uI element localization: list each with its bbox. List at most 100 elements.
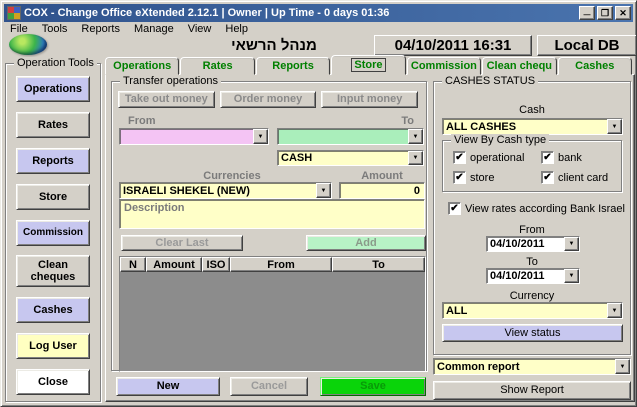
close-button[interactable]: ✕	[615, 6, 631, 20]
tab-rates[interactable]: Rates	[180, 57, 254, 75]
currencies-label: Currencies	[172, 170, 292, 182]
amount-label: Amount	[342, 170, 422, 182]
menu-manage[interactable]: Manage	[134, 23, 174, 35]
minimize-icon: —	[584, 12, 591, 19]
menu-reports[interactable]: Reports	[81, 23, 120, 35]
minimize-button[interactable]: —	[579, 6, 595, 20]
cash-label: Cash	[434, 104, 630, 116]
cash-select-right[interactable]: ALL CASHES ▼	[442, 118, 623, 135]
chevron-down-icon[interactable]: ▼	[408, 151, 423, 165]
chevron-down-icon[interactable]: ▼	[316, 183, 331, 198]
show-report-button[interactable]: Show Report	[433, 381, 631, 400]
col-iso: ISO	[202, 257, 230, 272]
sidebar-button-reports[interactable]: Reports	[16, 148, 90, 174]
from-date-label: From	[434, 224, 630, 236]
cashes-status-group: CASHES STATUS Cash ALL CASHES ▼ View By …	[433, 81, 631, 355]
chevron-down-icon[interactable]: ▼	[564, 237, 579, 251]
checkbox-bank[interactable]: ✔ bank	[541, 151, 582, 164]
sidebar-button-log-user[interactable]: Log User	[16, 333, 90, 359]
tab-reports[interactable]: Reports	[256, 57, 330, 75]
checkbox-icon: ✔	[541, 151, 554, 164]
to-select[interactable]: ▼	[277, 128, 424, 145]
to-label: To	[401, 115, 414, 127]
chevron-down-icon[interactable]: ▼	[607, 303, 622, 318]
globe-icon	[9, 34, 47, 55]
clear-last-button[interactable]: Clear Last	[121, 235, 243, 251]
description-input[interactable]: Description	[119, 199, 425, 229]
currency-select[interactable]: ALL ▼	[442, 302, 623, 319]
cashes-status-title: CASHES STATUS	[442, 75, 538, 87]
tab-commission[interactable]: Commission	[407, 57, 481, 75]
transfer-operations-group: Transfer operations Take out money Order…	[111, 81, 427, 371]
sidebar-button-cashes[interactable]: Cashes	[16, 297, 90, 323]
currencies-select[interactable]: ISRAELI SHEKEL (NEW) ▼	[119, 182, 332, 199]
menu-view[interactable]: View	[188, 23, 212, 35]
checkbox-icon: ✔	[541, 171, 554, 184]
authorized-manager-label: מנהל הרשאי	[174, 37, 374, 54]
window-title: COX - Change Office eXtended 2.12.1 | Ow…	[24, 7, 579, 19]
chevron-down-icon[interactable]: ▼	[607, 119, 622, 134]
to-date-label: To	[434, 256, 630, 268]
view-status-button[interactable]: View status	[442, 324, 623, 342]
chevron-down-icon[interactable]: ▼	[408, 129, 423, 144]
checkbox-operational[interactable]: ✔ operational	[453, 151, 524, 164]
app-icon	[7, 6, 21, 20]
chevron-down-icon[interactable]: ▼	[564, 269, 579, 283]
cancel-button[interactable]: Cancel	[230, 377, 308, 396]
add-button[interactable]: Add	[306, 235, 426, 251]
checkbox-store[interactable]: ✔ store	[453, 171, 494, 184]
col-n: N	[120, 257, 146, 272]
store-tab-page: Transfer operations Take out money Order…	[105, 74, 635, 402]
maximize-icon: ❐	[601, 9, 609, 18]
tab-store[interactable]: Store	[331, 55, 405, 75]
tab-operations[interactable]: Operations	[105, 57, 179, 75]
title-bar: COX - Change Office eXtended 2.12.1 | Ow…	[4, 4, 633, 22]
checkbox-icon: ✔	[453, 171, 466, 184]
save-button[interactable]: Save	[320, 377, 426, 396]
operation-tools-group: Operation Tools Operations Rates Reports…	[5, 63, 101, 402]
from-date-select[interactable]: 04/10/2011 ▼	[486, 236, 580, 252]
input-money-button[interactable]: Input money	[321, 91, 418, 108]
local-db-panel: Local DB	[537, 35, 637, 56]
header-strip: מנהל הרשאי 04/10/2011 16:31 Local DB	[4, 36, 633, 56]
checkbox-client-card[interactable]: ✔ client card	[541, 171, 608, 184]
menu-bar: File Tools Reports Manage View Help	[4, 22, 633, 36]
cash-select[interactable]: CASH ▼	[277, 150, 424, 166]
checkbox-icon: ✔	[448, 202, 461, 215]
view-by-cash-type-group: View By Cash type ✔ operational ✔ bank ✔…	[442, 140, 622, 192]
to-date-select[interactable]: 04/10/2011 ▼	[486, 268, 580, 284]
order-money-button[interactable]: Order money	[220, 91, 317, 108]
chevron-down-icon[interactable]: ▼	[253, 129, 268, 144]
take-out-money-button[interactable]: Take out money	[118, 91, 215, 108]
tab-cashes[interactable]: Cashes	[558, 57, 632, 75]
checkbox-icon: ✔	[453, 151, 466, 164]
sidebar-button-clean-cheques[interactable]: Clean cheques	[16, 255, 90, 287]
maximize-button[interactable]: ❐	[597, 6, 613, 20]
sidebar-button-operations[interactable]: Operations	[16, 76, 90, 102]
amount-input[interactable]: 0	[339, 182, 425, 199]
new-button[interactable]: New	[116, 377, 220, 396]
from-label: From	[128, 115, 156, 127]
operation-tools-title: Operation Tools	[14, 57, 97, 69]
menu-help[interactable]: Help	[225, 23, 248, 35]
currency-label: Currency	[434, 290, 630, 302]
tab-clean-cheques[interactable]: Clean chequ	[482, 57, 556, 75]
view-by-cash-type-title: View By Cash type	[451, 134, 549, 146]
checkbox-bank-israel[interactable]: ✔ View rates according Bank Israel	[448, 202, 625, 215]
chevron-down-icon[interactable]: ▼	[615, 359, 630, 374]
sidebar-button-rates[interactable]: Rates	[16, 112, 90, 138]
col-amount: Amount	[146, 257, 202, 272]
transfer-grid[interactable]: N Amount ISO From To	[119, 256, 426, 372]
menu-tools[interactable]: Tools	[42, 23, 68, 35]
grid-header: N Amount ISO From To	[120, 257, 425, 272]
sidebar-button-close[interactable]: Close	[16, 369, 90, 395]
transfer-operations-title: Transfer operations	[120, 75, 221, 87]
sidebar-button-commission[interactable]: Commission	[16, 220, 90, 246]
sidebar-button-store[interactable]: Store	[16, 184, 90, 210]
grid-body	[120, 272, 425, 371]
report-select[interactable]: Common report ▼	[433, 358, 631, 375]
col-from: From	[230, 257, 332, 272]
from-select[interactable]: ▼	[119, 128, 269, 145]
app-window: COX - Change Office eXtended 2.12.1 | Ow…	[0, 0, 637, 407]
transfer-action-row: Take out money Order money Input money	[118, 91, 418, 108]
